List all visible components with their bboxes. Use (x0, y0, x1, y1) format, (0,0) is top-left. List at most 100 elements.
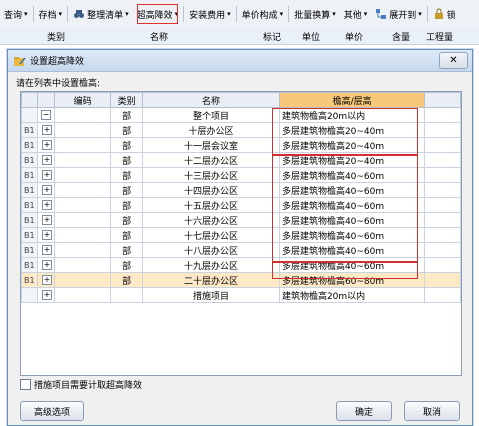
height-cell[interactable]: 多层建筑物檐高40~60m (278, 212, 426, 228)
header-code[interactable]: 编码 (53, 92, 112, 108)
bg-col-quantity: 工程量 (426, 33, 454, 43)
chevron-down-icon: ▾ (174, 10, 179, 18)
expand-icon[interactable]: + (41, 245, 52, 255)
table-row[interactable]: B1 + 部二十层办公区 多层建筑物檐高60~80m (21, 272, 461, 288)
measure-items-checkbox-row[interactable]: 措施项目需要计取超高降效 (20, 378, 142, 391)
lock-button[interactable]: 锁 (429, 0, 460, 28)
close-button[interactable]: ✕ (439, 52, 468, 69)
category-cell: 部 (110, 152, 144, 168)
collapse-icon[interactable]: − (40, 110, 51, 120)
expand-toggle[interactable]: + (36, 167, 55, 183)
table-row[interactable]: B1 + 部十六层办公区 多层建筑物檐高40~60m (21, 212, 461, 228)
filler-cell (424, 197, 461, 213)
expand-toggle[interactable]: + (36, 137, 55, 153)
bg-col-unit: 单位 (302, 33, 321, 43)
expand-icon[interactable]: + (41, 170, 52, 180)
batch-convert-menu[interactable]: 批量换算 ▾ (290, 0, 340, 28)
expand-toggle[interactable]: + (36, 122, 55, 138)
table-row[interactable]: B1 + 部十五层办公区 多层建筑物檐高40~60m (21, 197, 461, 213)
header-name[interactable]: 名称 (142, 92, 280, 108)
cancel-button[interactable]: 取消 (404, 401, 460, 421)
height-cell[interactable]: 多层建筑物檐高20~40m (278, 137, 426, 153)
table-row[interactable]: B1 + 部十四层办公区 多层建筑物檐高40~60m (21, 182, 461, 198)
category-cell (110, 287, 144, 303)
expand-toggle[interactable]: + (36, 197, 55, 213)
close-icon: ✕ (449, 55, 458, 66)
row-index: B1 (21, 122, 38, 138)
expand-icon[interactable]: + (41, 215, 52, 225)
filler-cell (424, 287, 461, 303)
header-category[interactable]: 类别 (110, 92, 144, 108)
expand-icon[interactable]: + (41, 200, 52, 210)
expand-toggle[interactable]: + (36, 182, 55, 198)
chevron-down-icon: ▾ (58, 10, 63, 18)
bg-col-name: 名称 (150, 33, 169, 43)
name-cell: 整个项目 (142, 107, 280, 123)
height-cell[interactable]: 多层建筑物檐高40~60m (278, 197, 426, 213)
expand-icon[interactable]: + (41, 275, 52, 285)
advanced-options-button[interactable]: 高级选项 (20, 401, 84, 421)
height-cell[interactable]: 多层建筑物檐高20~40m (278, 122, 426, 138)
bg-col-category: 类别 (47, 33, 66, 43)
table-row[interactable]: B1 + 部十八层办公区 多层建筑物檐高40~60m (21, 242, 461, 258)
height-cell[interactable]: 多层建筑物檐高60~80m (278, 272, 426, 288)
other-label: 其他 (343, 10, 362, 21)
height-cell[interactable]: 多层建筑物檐高40~60m (278, 167, 426, 183)
empty-cell (36, 302, 55, 318)
expand-toggle[interactable]: + (36, 257, 55, 273)
height-cell[interactable]: 建筑物檐高20m以内 (278, 107, 426, 123)
height-cell[interactable]: 多层建筑物檐高20~40m (278, 152, 426, 168)
table-row[interactable]: B1 + 部十七层办公区 多层建筑物檐高40~60m (21, 227, 461, 243)
toolbar-divider (426, 6, 428, 22)
table-row[interactable]: − 部整个项目 建筑物檐高20m以内 (21, 107, 461, 123)
expand-icon[interactable]: + (41, 230, 52, 240)
expand-icon[interactable]: + (41, 140, 52, 150)
expand-to-menu[interactable]: 展开到 ▾ (371, 0, 426, 28)
height-cell[interactable]: 多层建筑物檐高40~60m (278, 182, 426, 198)
query-menu[interactable]: 查询 ▾ (0, 0, 32, 28)
expand-toggle[interactable]: + (36, 242, 55, 258)
expand-toggle[interactable]: − (36, 107, 55, 123)
filler-cell (424, 212, 461, 228)
table-row[interactable]: B1 + 部十二层办公区 多层建筑物檐高20~40m (21, 152, 461, 168)
table-row[interactable]: B1 + 部十三层办公区 多层建筑物檐高40~60m (21, 167, 461, 183)
expand-toggle[interactable]: + (36, 227, 55, 243)
expand-icon[interactable]: + (41, 290, 52, 300)
table-row[interactable]: B1 + 部十层办公区 多层建筑物檐高20~40m (21, 122, 461, 138)
empty-cell (278, 302, 426, 318)
height-cell[interactable]: 多层建筑物檐高40~60m (278, 257, 426, 273)
main-toolbar: 查询 ▾ 存档 ▾ 整理清单 ▾ 超高降效 ▾ 安装费用 ▾ 单价构成 ▾ 批量换算 ▾ 其他… (0, 0, 479, 29)
expand-icon[interactable]: + (41, 125, 52, 135)
table-row[interactable]: B1 + 部十一层会议室 多层建筑物檐高20~40m (21, 137, 461, 153)
category-cell: 部 (110, 197, 144, 213)
chevron-down-icon: ▾ (279, 10, 284, 18)
expand-toggle[interactable]: + (36, 212, 55, 228)
filler-cell (424, 227, 461, 243)
expand-toggle[interactable]: + (36, 272, 55, 288)
table-row[interactable]: + 措施项目 建筑物檐高20m以内 (21, 287, 461, 303)
archive-menu[interactable]: 存档 ▾ (35, 0, 67, 28)
expand-icon[interactable]: + (41, 155, 52, 165)
height-cell[interactable]: 多层建筑物檐高40~60m (278, 242, 426, 258)
empty-cell (21, 317, 38, 333)
expand-icon[interactable]: + (41, 260, 52, 270)
height-cell[interactable]: 建筑物檐高20m以内 (278, 287, 426, 303)
expand-icon[interactable]: + (41, 185, 52, 195)
install-fee-menu[interactable]: 安装费用 ▾ (185, 0, 235, 28)
other-menu[interactable]: 其他 ▾ (340, 0, 372, 28)
code-cell (53, 137, 112, 153)
ok-button[interactable]: 确定 (336, 401, 392, 421)
code-cell (53, 227, 112, 243)
expand-toggle[interactable]: + (36, 152, 55, 168)
dialog-titlebar[interactable]: 设置超高降效 ✕ (8, 50, 472, 72)
expand-toggle[interactable]: + (36, 287, 55, 303)
row-index: B1 (21, 242, 38, 258)
header-height[interactable]: 檐高/层高 (278, 92, 426, 108)
measure-items-checkbox[interactable] (20, 379, 31, 390)
row-index (21, 107, 38, 123)
unit-price-menu[interactable]: 单价构成 ▾ (238, 0, 288, 28)
height-reduction-menu[interactable]: 超高降效 ▾ (133, 0, 183, 28)
organize-list-menu[interactable]: 整理清单 ▾ (69, 0, 133, 28)
table-row[interactable]: B1 + 部十九层办公区 多层建筑物檐高40~60m (21, 257, 461, 273)
height-cell[interactable]: 多层建筑物檐高40~60m (278, 227, 426, 243)
